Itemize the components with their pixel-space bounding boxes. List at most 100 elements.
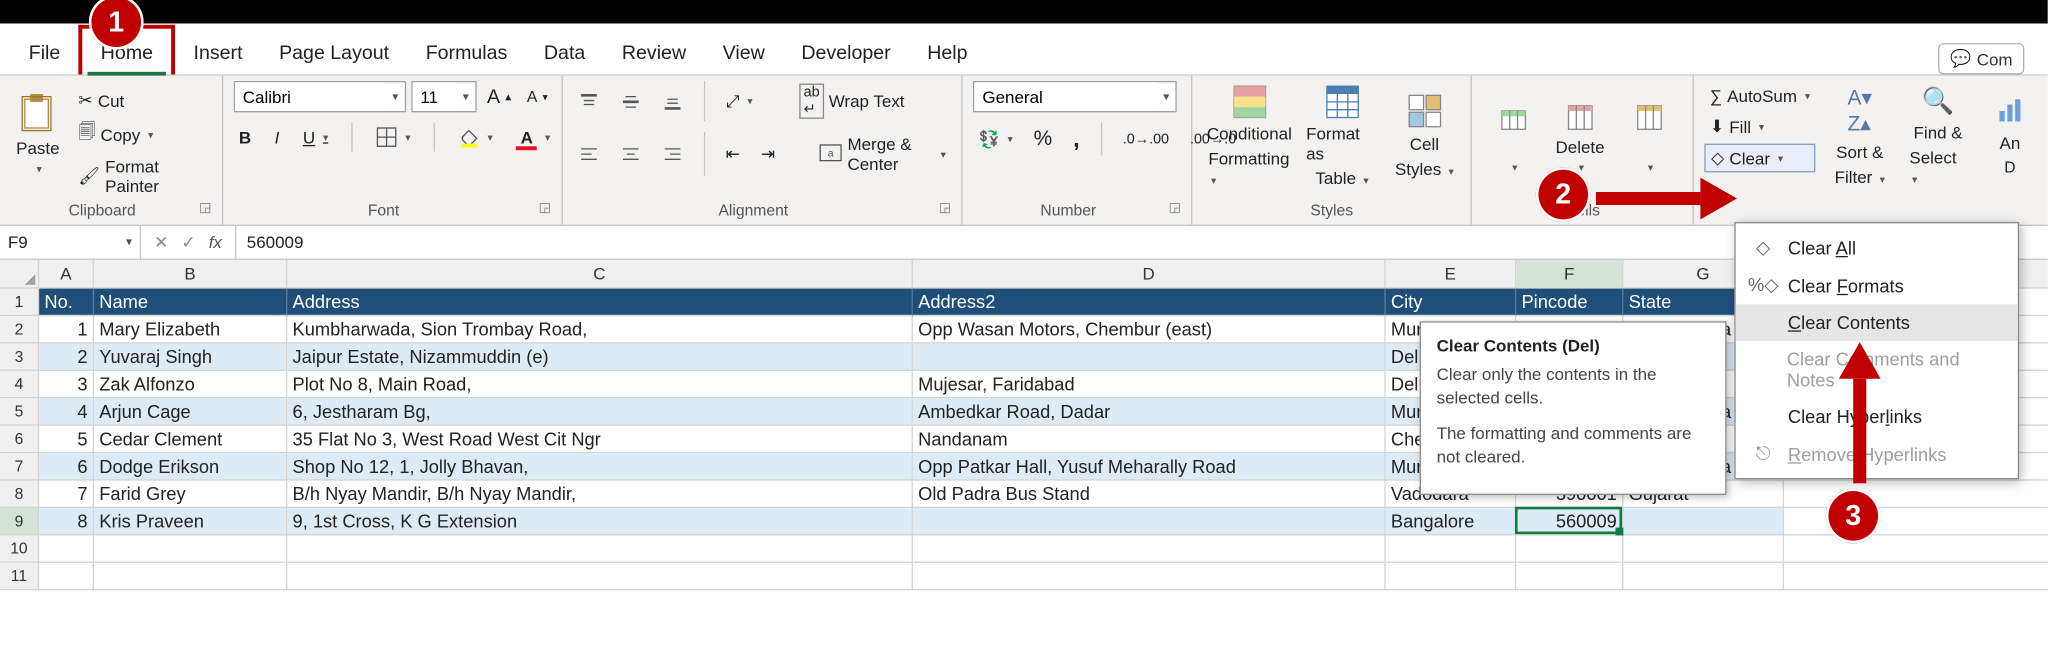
row-head[interactable]: 5	[0, 398, 39, 425]
cell[interactable]: Opp Patkar Hall, Yusuf Meharally Road	[913, 453, 1386, 480]
col-head-C[interactable]: C	[287, 260, 913, 287]
dialog-launcher-icon[interactable]: ◲	[939, 201, 951, 215]
menu-clear-formats[interactable]: %◇ Clear Formats	[1736, 266, 2018, 304]
col-head-F[interactable]: F	[1516, 260, 1623, 287]
tab-page-layout[interactable]: Page Layout	[261, 29, 408, 75]
cell[interactable]: Ambedkar Road, Dadar	[913, 398, 1386, 425]
cell[interactable]: 560009	[1516, 508, 1623, 535]
decrease-font-icon[interactable]: A▾	[522, 82, 553, 111]
autosum-button[interactable]: ∑AutoSum▾	[1705, 81, 1816, 110]
cell[interactable]: Shop No 12, 1, Jolly Bhavan,	[287, 453, 913, 480]
cell[interactable]: 1	[39, 316, 94, 343]
increase-font-icon[interactable]: A▴	[482, 82, 517, 111]
cell[interactable]: 4	[39, 398, 94, 425]
cell[interactable]	[913, 343, 1386, 370]
cell[interactable]	[94, 563, 287, 590]
tab-insert[interactable]: Insert	[175, 29, 261, 75]
row-head[interactable]: 11	[0, 563, 39, 590]
paste-button[interactable]: Paste ▾	[10, 81, 65, 185]
cell[interactable]: 5	[39, 426, 94, 453]
copy-button[interactable]: 🗐 Copy ▾	[73, 118, 211, 152]
dialog-launcher-icon[interactable]: ◲	[199, 201, 211, 215]
align-top-icon[interactable]	[573, 87, 604, 116]
cell[interactable]	[39, 535, 94, 562]
cell[interactable]: Kris Praveen	[94, 508, 287, 535]
cell[interactable]	[1386, 535, 1517, 562]
find-select-button[interactable]: 🔍 Find & Select ▾	[1904, 81, 1972, 191]
borders-button[interactable]: ▾	[371, 123, 415, 152]
tab-data[interactable]: Data	[526, 29, 604, 75]
cell[interactable]: 3	[39, 371, 94, 398]
font-color-button[interactable]: A ▾	[511, 123, 555, 152]
comma-button[interactable]: ,	[1068, 123, 1085, 156]
cancel-icon[interactable]: ✕	[154, 232, 168, 253]
row-head[interactable]: 3	[0, 343, 39, 370]
align-center-icon[interactable]	[615, 140, 646, 169]
cell[interactable]: Dodge Erikson	[94, 453, 287, 480]
cell[interactable]	[1623, 508, 1784, 535]
fx-icon[interactable]: fx	[209, 232, 222, 252]
cell[interactable]	[1623, 563, 1784, 590]
percent-button[interactable]: %	[1028, 125, 1057, 154]
cell[interactable]: Arjun Cage	[94, 398, 287, 425]
accounting-format-button[interactable]: 💱▾	[973, 125, 1018, 154]
orientation-button[interactable]: ⤢▾	[721, 87, 758, 116]
cell[interactable]: 9, 1st Cross, K G Extension	[287, 508, 913, 535]
insert-cells-button[interactable]: ▾	[1483, 81, 1545, 191]
cell[interactable]: Jaipur Estate, Nizammuddin (e)	[287, 343, 913, 370]
enter-icon[interactable]: ✓	[181, 232, 195, 253]
font-size-select[interactable]: ▾	[411, 81, 476, 112]
cell[interactable]: Address2	[913, 289, 1386, 316]
conditional-formatting-button[interactable]: Conditional Formatting ▾	[1203, 81, 1296, 191]
cell[interactable]: Kumbharwada, Sion Trombay Road,	[287, 316, 913, 343]
tab-view[interactable]: View	[704, 29, 783, 75]
cell[interactable]	[287, 535, 913, 562]
tab-file[interactable]: File	[10, 29, 78, 75]
row-head[interactable]: 2	[0, 316, 39, 343]
cell[interactable]: Name	[94, 289, 287, 316]
cell[interactable]	[913, 535, 1386, 562]
cut-button[interactable]: ✂ Cut	[73, 86, 211, 115]
cell[interactable]	[1623, 535, 1784, 562]
cell[interactable]: 35 Flat No 3, West Road West Cit Ngr	[287, 426, 913, 453]
cell[interactable]: 8	[39, 508, 94, 535]
cell[interactable]	[1386, 563, 1517, 590]
decrease-indent-icon[interactable]: ⇤	[720, 140, 745, 169]
cell[interactable]	[287, 563, 913, 590]
fill-button[interactable]: ⬇Fill▾	[1705, 112, 1816, 141]
tab-review[interactable]: Review	[604, 29, 705, 75]
cell[interactable]: 2	[39, 343, 94, 370]
cell[interactable]: 6	[39, 453, 94, 480]
col-head-E[interactable]: E	[1386, 260, 1517, 287]
col-head-A[interactable]: A	[39, 260, 94, 287]
fill-color-button[interactable]: ▾	[454, 123, 498, 152]
tab-formulas[interactable]: Formulas	[407, 29, 525, 75]
cell[interactable]: 6, Jestharam Bg,	[287, 398, 913, 425]
cell[interactable]: 7	[39, 481, 94, 508]
row-head[interactable]: 8	[0, 481, 39, 508]
align-middle-icon[interactable]	[615, 87, 646, 116]
cell[interactable]	[1516, 535, 1623, 562]
row-head[interactable]: 4	[0, 371, 39, 398]
dialog-launcher-icon[interactable]: ◲	[1169, 201, 1181, 215]
wrap-text-button[interactable]: ab↵ Wrap Text	[794, 81, 909, 121]
name-box[interactable]: F9▾	[0, 226, 141, 259]
cell[interactable]: B/h Nyay Mandir, B/h Nyay Mandir,	[287, 481, 913, 508]
cell[interactable]	[913, 563, 1386, 590]
cell[interactable]: Bangalore	[1386, 508, 1517, 535]
cell[interactable]: Pincode	[1516, 289, 1623, 316]
number-format-select[interactable]: ▾	[973, 81, 1177, 112]
cell[interactable]	[913, 508, 1386, 535]
align-left-icon[interactable]	[573, 140, 604, 169]
merge-center-button[interactable]: a Merge & Center▾	[814, 132, 952, 176]
cell[interactable]: No.	[39, 289, 94, 316]
cell[interactable]: Old Padra Bus Stand	[913, 481, 1386, 508]
row-head[interactable]: 6	[0, 426, 39, 453]
cell[interactable]: Nandanam	[913, 426, 1386, 453]
cell[interactable]: Farid Grey	[94, 481, 287, 508]
tab-developer[interactable]: Developer	[783, 29, 909, 75]
align-right-icon[interactable]	[657, 140, 688, 169]
row-head[interactable]: 10	[0, 535, 39, 562]
row-head[interactable]: 9	[0, 508, 39, 535]
cell[interactable]: Mujesar, Faridabad	[913, 371, 1386, 398]
